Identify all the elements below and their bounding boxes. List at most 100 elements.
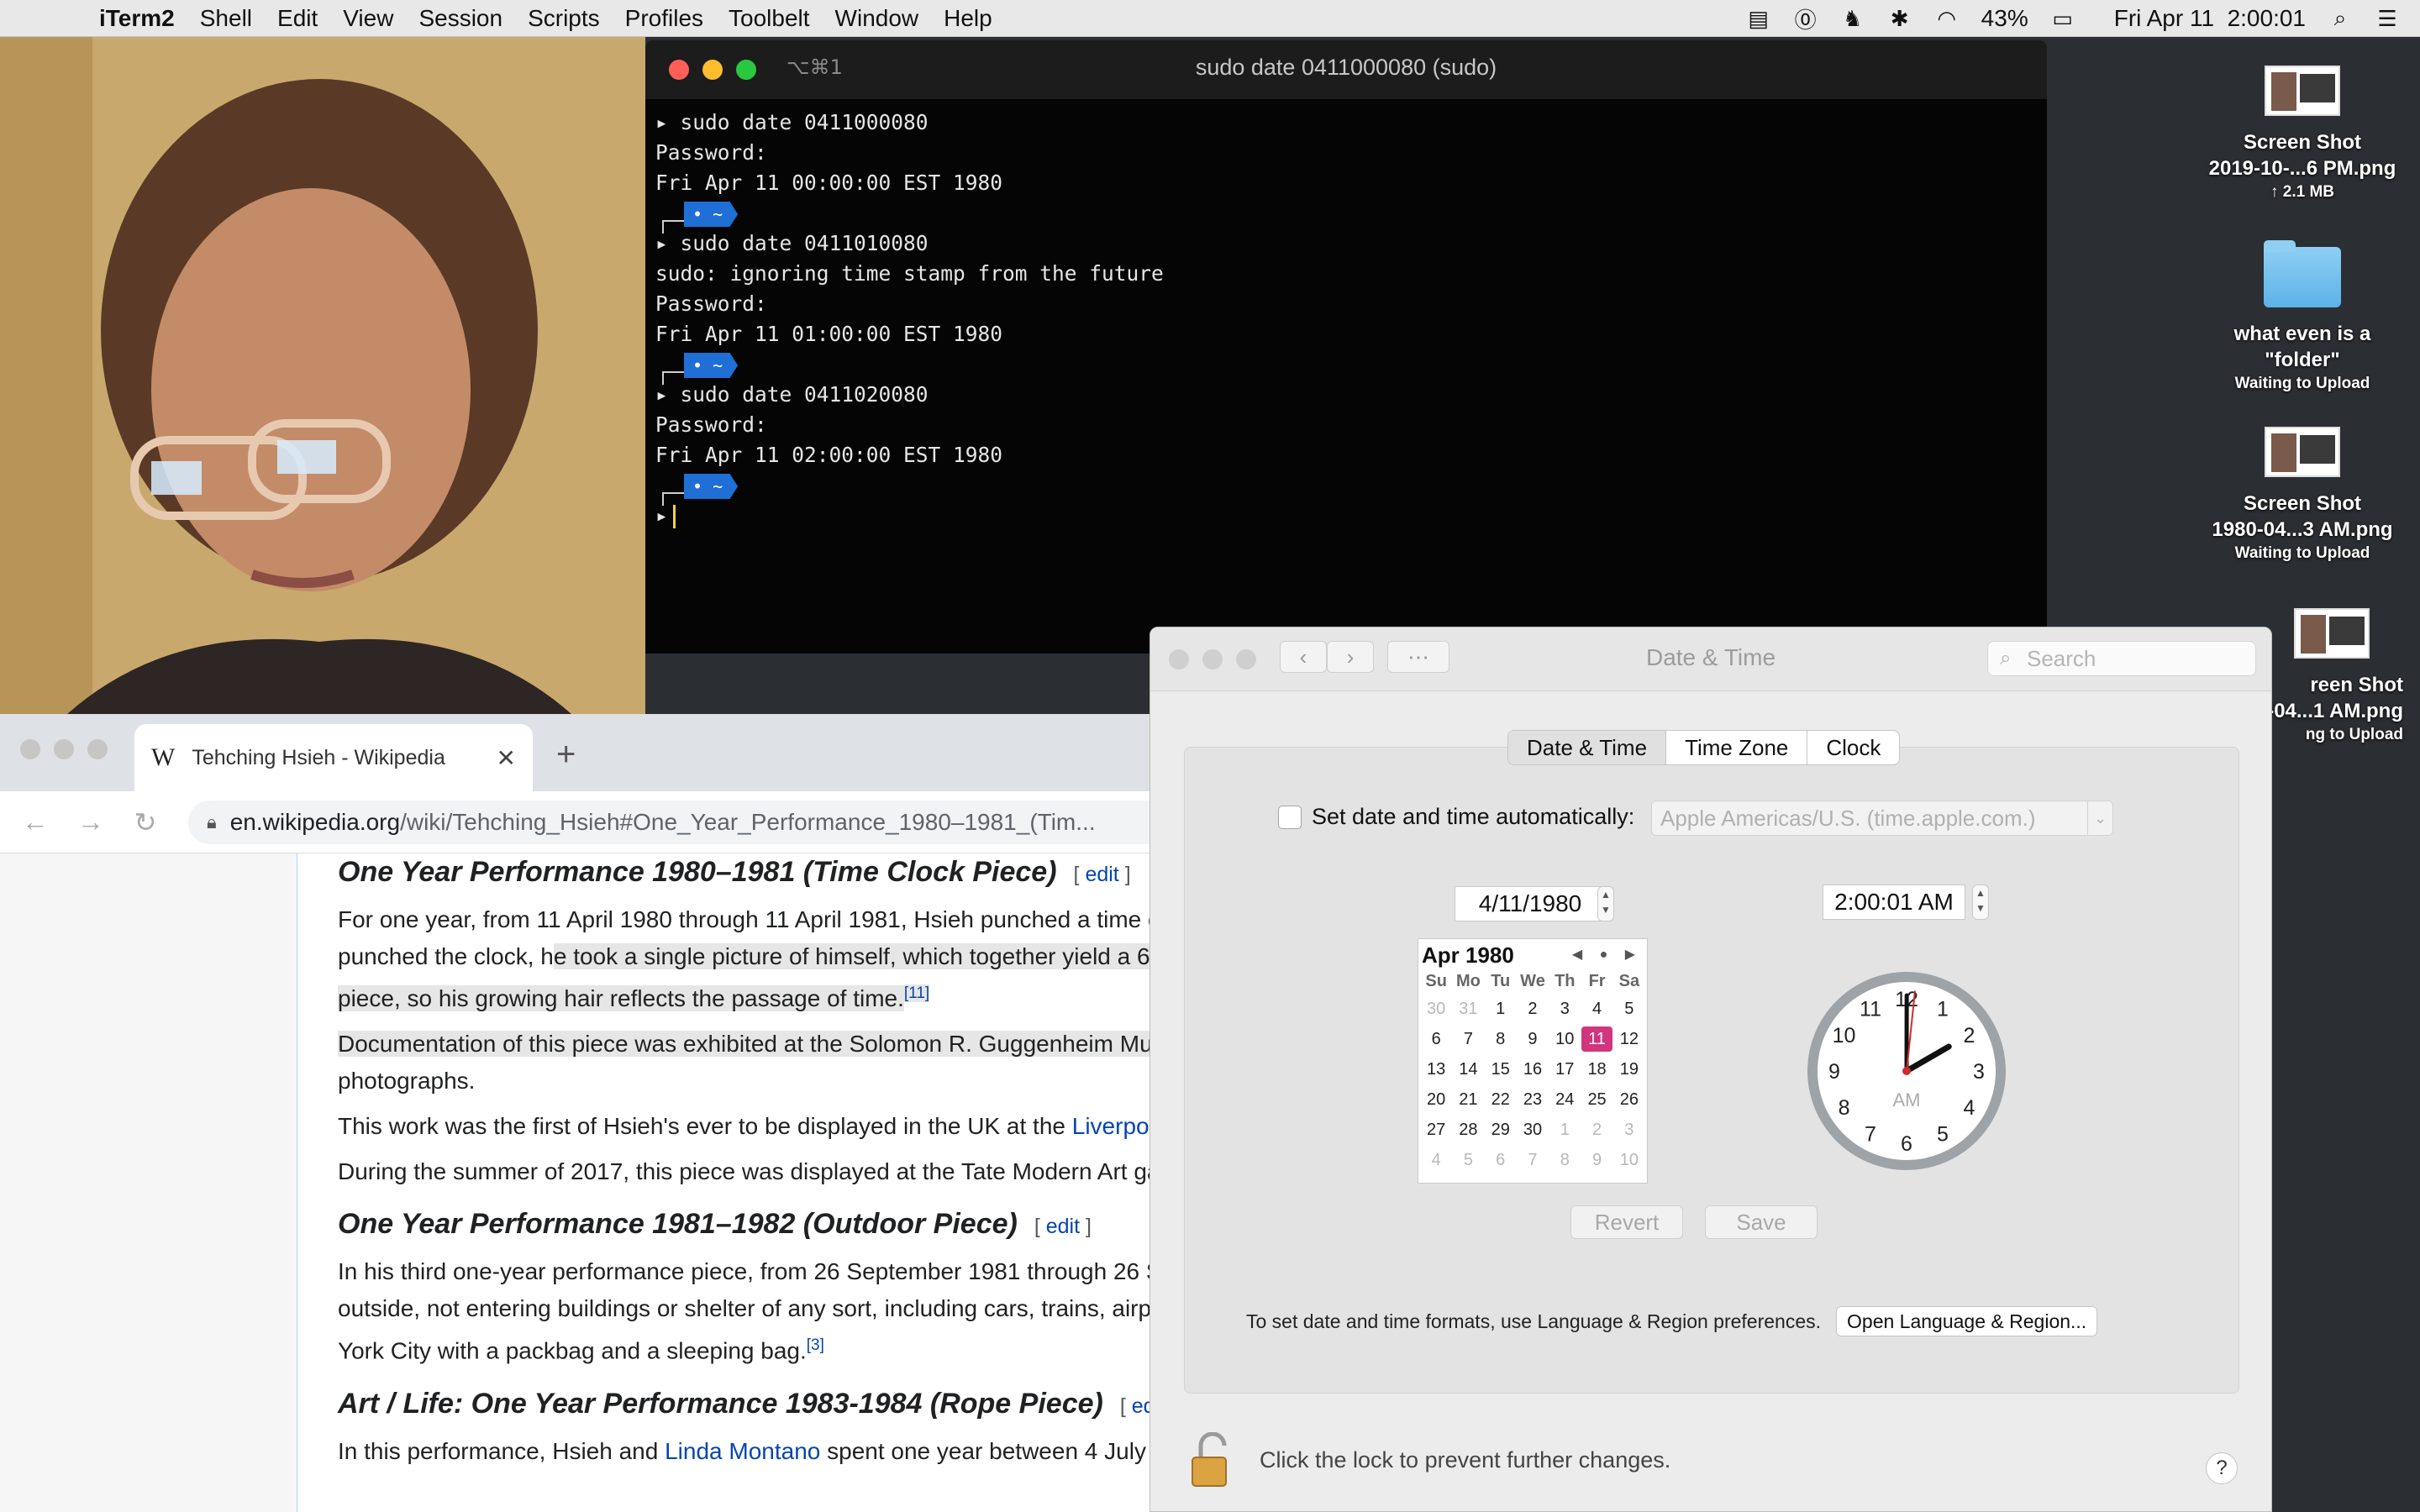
calendar-day[interactable]: 6 — [1485, 1145, 1517, 1175]
date-time-preferences-window[interactable]: ‹ › ⋯ Date & Time ⌕ Search Date & Time T… — [1150, 627, 2272, 1512]
calendar-day[interactable]: 8 — [1549, 1145, 1581, 1175]
search-input[interactable]: ⌕ Search — [1987, 641, 2256, 676]
menu-scripts[interactable]: Scripts — [528, 5, 600, 32]
tab-time-zone[interactable]: Time Zone — [1666, 731, 1808, 764]
calendar-day[interactable]: 13 — [1420, 1054, 1452, 1084]
menu-help[interactable]: Help — [944, 5, 992, 32]
calendar-day-selected[interactable]: 11 — [1581, 1026, 1612, 1052]
calendar-day[interactable]: 16 — [1517, 1054, 1549, 1084]
calendar-day[interactable]: 25 — [1581, 1084, 1612, 1115]
menu-edit[interactable]: Edit — [277, 5, 318, 32]
calendar-nav-icon[interactable]: ◀ ● ▶ — [1572, 942, 1642, 969]
calendar-day[interactable]: 1 — [1549, 1115, 1581, 1145]
tab-date-time[interactable]: Date & Time — [1508, 731, 1667, 764]
terminal-window[interactable]: ⌥⌘1 sudo date 0411000080 (sudo) ▸ sudo d… — [645, 40, 2047, 654]
calendar-day[interactable]: 21 — [1452, 1084, 1484, 1115]
notes-icon[interactable]: ▤ — [1746, 6, 1771, 31]
wifi-icon[interactable]: ◠ — [1934, 6, 1960, 31]
calendar-day[interactable]: 30 — [1517, 1115, 1549, 1145]
calendar-day[interactable]: 27 — [1420, 1115, 1452, 1145]
terminal-titlebar[interactable]: ⌥⌘1 sudo date 0411000080 (sudo) — [645, 40, 2047, 99]
revert-button[interactable]: Revert — [1570, 1205, 1683, 1239]
notification-center-icon[interactable]: ☰ — [2375, 6, 2400, 31]
calendar-day[interactable]: 10 — [1549, 1024, 1581, 1054]
calendar-day[interactable]: 4 — [1420, 1145, 1452, 1175]
calendar-day[interactable]: 22 — [1485, 1084, 1517, 1115]
calendar-day[interactable]: 9 — [1517, 1024, 1549, 1054]
desktop-file-screenshot-1980[interactable]: Screen Shot 1980-04...3 AM.png Waiting t… — [2202, 427, 2403, 563]
calendar-day[interactable]: 17 — [1549, 1054, 1581, 1084]
date-field[interactable]: 4/11/1980 — [1455, 886, 1606, 921]
address-bar[interactable]: 🔒︎ en.wikipedia.org/wiki/Tehching_Hsieh#… — [188, 800, 1151, 844]
analog-clock[interactable]: 123456789101112AM — [1806, 970, 2007, 1172]
back-icon[interactable]: ← — [22, 806, 49, 837]
calendar-day[interactable]: 14 — [1452, 1054, 1484, 1084]
minimize-button[interactable] — [54, 739, 74, 759]
liverpool-link[interactable]: Liverpo — [1072, 1113, 1150, 1139]
forward-icon[interactable]: → — [77, 806, 104, 837]
calendar-day[interactable]: 15 — [1485, 1054, 1517, 1084]
calendar-day[interactable]: 9 — [1581, 1145, 1612, 1175]
menu-window[interactable]: Window — [835, 5, 919, 32]
zoom-button[interactable] — [87, 739, 108, 759]
calendar-day[interactable]: 8 — [1485, 1024, 1517, 1054]
desktop-folder[interactable]: what even is a "folder" Waiting to Uploa… — [2202, 240, 2403, 393]
calendar-day[interactable]: 3 — [1613, 1115, 1645, 1145]
citation-link[interactable]: [11] — [903, 984, 930, 1002]
bluetooth-icon[interactable]: ✱ — [1887, 6, 1912, 31]
battery-percent[interactable]: 43% — [1981, 5, 2028, 32]
save-button[interactable]: Save — [1705, 1205, 1818, 1239]
time-stepper[interactable]: ▲ ▼ — [1972, 885, 1989, 920]
calendar-day[interactable]: 2 — [1517, 994, 1549, 1024]
battery-icon[interactable]: ▭ — [2050, 6, 2075, 31]
calendar-day[interactable]: 7 — [1517, 1145, 1549, 1175]
calendar-day[interactable]: 19 — [1613, 1054, 1645, 1084]
close-button[interactable] — [20, 739, 40, 759]
calendar-day[interactable]: 26 — [1613, 1084, 1645, 1115]
calendar-day[interactable]: 10 — [1613, 1145, 1645, 1175]
time-field[interactable]: 2:00:01 AM — [1823, 885, 1965, 920]
auto-time-checkbox[interactable] — [1278, 805, 1302, 829]
menu-profiles[interactable]: Profiles — [625, 5, 703, 32]
menu-view[interactable]: View — [343, 5, 393, 32]
menu-app-name[interactable]: iTerm2 — [99, 5, 175, 32]
calendar-day[interactable]: 31 — [1452, 994, 1484, 1024]
citation-link[interactable]: [3] — [807, 1336, 824, 1354]
edit-link[interactable]: edit — [1085, 863, 1118, 886]
new-tab-button[interactable]: + — [556, 738, 576, 771]
prefs-titlebar[interactable]: ‹ › ⋯ Date & Time ⌕ Search — [1150, 627, 2271, 691]
help-button[interactable]: ? — [2206, 1452, 2238, 1484]
desktop-file-screenshot-2019[interactable]: Screen Shot 2019-10-...6 PM.png ↑ 2.1 MB — [2202, 66, 2403, 202]
calendar-day[interactable]: 20 — [1420, 1084, 1452, 1115]
menu-clock[interactable]: Fri Apr 11 2:00:01 — [2114, 5, 2306, 32]
tab-clock[interactable]: Clock — [1807, 731, 1899, 764]
calendar-day[interactable]: 1 — [1485, 994, 1517, 1024]
browser-window[interactable]: W Tehching Hsieh - Wikipedia ✕ + ← → ↻ 🔒… — [0, 714, 1151, 1512]
calendar-day[interactable]: 6 — [1420, 1024, 1452, 1054]
spotlight-search-icon[interactable]: ⌕ — [2328, 5, 2353, 31]
calendar-day[interactable]: 18 — [1581, 1054, 1612, 1084]
menu-session[interactable]: Session — [418, 5, 502, 32]
calendar-day[interactable]: 2 — [1581, 1115, 1612, 1145]
terminal-input-line[interactable]: ▸ — [655, 501, 2037, 531]
password-manager-icon[interactable]: ⓪ — [1793, 6, 1818, 33]
edit-link[interactable]: ed — [1132, 1394, 1151, 1418]
reload-icon[interactable]: ↻ — [133, 806, 158, 838]
lock-icon[interactable]: 🔒︎ — [207, 811, 217, 833]
lock-icon[interactable] — [1189, 1432, 1236, 1488]
terminal-output[interactable]: ▸ sudo date 0411000080 Password: Fri Apr… — [645, 99, 2047, 539]
calendar-day[interactable]: 12 — [1613, 1024, 1645, 1054]
calendar-day[interactable]: 5 — [1613, 994, 1645, 1024]
calendar[interactable]: Apr 1980 ◀ ● ▶ Su Mo Tu We Th Fr Sa 30 31 1 2 3 4 5 6 7… — [1418, 938, 1648, 1184]
menu-shell[interactable]: Shell — [200, 5, 252, 32]
calendar-day[interactable]: 28 — [1452, 1115, 1484, 1145]
time-server-select[interactable]: Apple Americas/U.S. (time.apple.com.) ⌄ — [1651, 801, 2113, 836]
open-language-region-button[interactable]: Open Language & Region... — [1836, 1306, 2098, 1336]
menu-toolbelt[interactable]: Toolbelt — [729, 5, 810, 32]
elephant-icon[interactable]: ♞ — [1840, 6, 1865, 31]
calendar-day[interactable]: 24 — [1549, 1084, 1581, 1115]
date-stepper[interactable]: ▲ ▼ — [1597, 886, 1614, 921]
calendar-day[interactable]: 29 — [1485, 1115, 1517, 1145]
calendar-day[interactable]: 23 — [1517, 1084, 1549, 1115]
browser-tab[interactable]: W Tehching Hsieh - Wikipedia ✕ — [134, 724, 533, 791]
